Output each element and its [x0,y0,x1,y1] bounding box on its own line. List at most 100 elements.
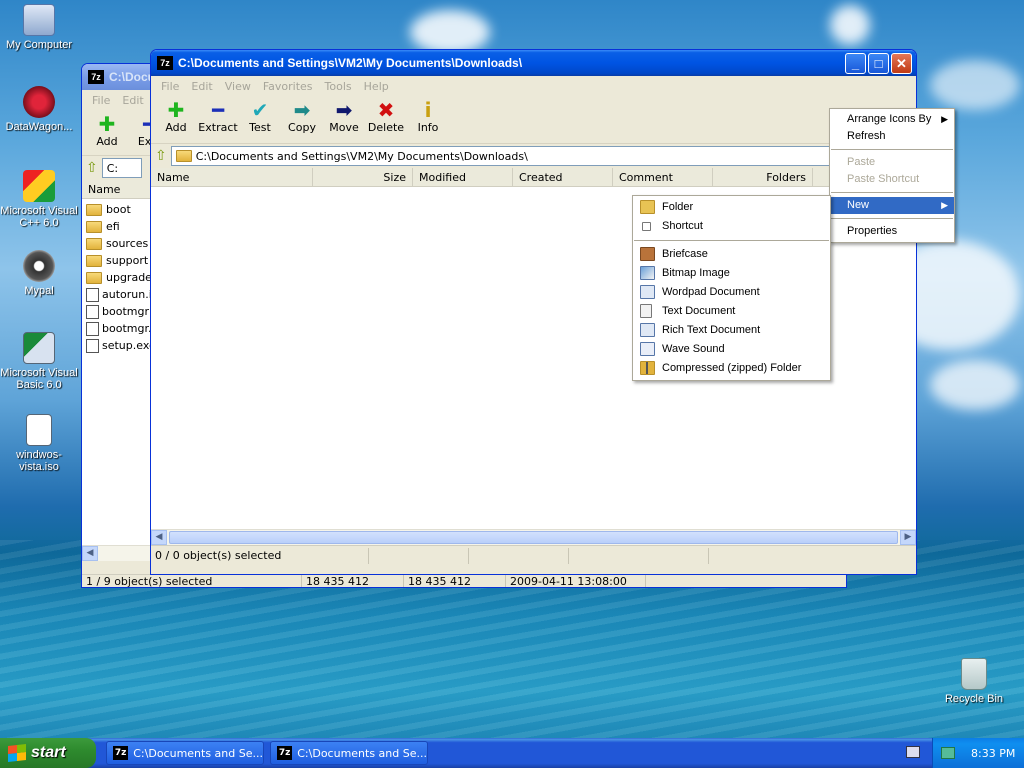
menu-separator [831,192,953,193]
7zip-app-icon: 7z [277,746,293,760]
file-icon [86,338,99,353]
menu-view[interactable]: View [219,80,257,93]
horizontal-scrollbar[interactable]: ◀ ▶ [151,529,916,545]
submenu-arrow-icon: ▶ [941,114,948,124]
back-address-field[interactable]: C: [101,158,142,178]
visual-cpp-icon [23,170,55,202]
front-window-titlebar[interactable]: 7z C:\Documents and Settings\VM2\My Docu… [151,50,916,76]
column-name[interactable]: Name [151,168,313,186]
status-cell [569,547,709,564]
up-folder-icon[interactable]: ⇧ [155,148,167,164]
desktop-icon-visual-basic[interactable]: Microsoft Visual Basic 6.0 [0,332,78,391]
copy-button[interactable]: ➡ Copy [281,96,323,134]
new-text-document-item[interactable]: Text Document [633,302,830,321]
column-comment[interactable]: Comment [613,168,713,186]
desktop-icon-visual-cpp[interactable]: Microsoft Visual C++ 6.0 [0,170,78,229]
menu-file[interactable]: File [86,94,116,107]
taskbar-button-window-2[interactable]: 7z C:\Documents and Se... [270,741,428,765]
my-computer-icon [23,4,55,36]
scroll-left-icon[interactable]: ◀ [82,546,98,561]
front-window-title: C:\Documents and Settings\VM2\My Documen… [178,56,523,70]
new-shortcut-item[interactable]: Shortcut [633,217,830,236]
back-window-title: C:\Docu [109,70,155,84]
desktop-icon-mypal[interactable]: Mypal [0,250,78,297]
scroll-thumb[interactable] [169,531,898,544]
delete-button[interactable]: ✖ Delete [365,96,407,134]
menu-separator [831,149,953,150]
close-button[interactable]: ✕ [891,53,912,74]
extract-icon: ━ [211,98,225,122]
move-icon: ➡ [335,98,353,122]
desktop-icon-iso[interactable]: windwos-vista.iso [0,414,78,473]
new-rich-text-document-item[interactable]: Rich Text Document [633,321,830,340]
up-folder-icon[interactable]: ⇧ [86,160,98,176]
7zip-app-icon: 7z [88,70,104,84]
folder-icon [86,254,102,267]
scroll-left-icon[interactable]: ◀ [151,530,167,545]
menu-separator [634,240,829,241]
new-briefcase-item[interactable]: Briefcase [633,245,830,264]
folder-icon [86,203,102,216]
wordpad-document-icon [640,285,655,299]
keyboard-icon[interactable] [906,746,920,758]
new-bitmap-image-item[interactable]: Bitmap Image [633,264,830,283]
folder-icon [640,200,655,214]
menu-favorites[interactable]: Favorites [257,80,319,93]
menu-item-refresh[interactable]: Refresh [830,128,954,145]
context-menu: Arrange Icons By ▶ Refresh Paste Paste Sh… [829,108,955,243]
file-icon [86,321,99,336]
column-folders[interactable]: Folders [713,168,813,186]
desktop-icon-recycle-bin[interactable]: Recycle Bin [935,658,1013,705]
file-icon [86,287,99,302]
network-icon[interactable] [941,747,955,759]
menu-edit[interactable]: Edit [116,94,149,107]
scroll-right-icon[interactable]: ▶ [900,530,916,545]
menu-help[interactable]: Help [358,80,395,93]
desktop-icon-datawagon[interactable]: DataWagon... [0,86,78,133]
front-window-menubar: File Edit View Favorites Tools Help [151,76,916,96]
menu-tools[interactable]: Tools [319,80,358,93]
clock[interactable]: 8:33 PM [971,747,1015,760]
new-zipped-folder-item[interactable]: Compressed (zipped) Folder [633,359,830,378]
menu-item-arrange-icons[interactable]: Arrange Icons By ▶ [830,111,954,128]
menu-item-new[interactable]: New ▶ [830,197,954,214]
menu-item-paste-shortcut[interactable]: Paste Shortcut [830,171,954,188]
column-created[interactable]: Created [513,168,613,186]
delete-icon: ✖ [377,98,395,122]
maximize-button[interactable]: □ [868,53,889,74]
system-tray: 8:33 PM [932,738,1024,768]
menu-item-paste[interactable]: Paste [830,154,954,171]
back-status-selected: 1 / 9 object(s) selected [82,575,302,587]
menu-item-properties[interactable]: Properties [830,223,954,240]
info-button[interactable]: i Info [407,96,449,134]
start-button[interactable]: start [0,738,96,768]
extract-button[interactable]: ━ Extract [197,96,239,134]
column-size[interactable]: Size [313,168,413,186]
new-wordpad-document-item[interactable]: Wordpad Document [633,283,830,302]
menu-edit[interactable]: Edit [185,80,218,93]
taskbar-button-window-1[interactable]: 7z C:\Documents and Se... [106,741,264,765]
folder-icon [175,150,192,162]
back-status-date: 2009-04-11 13:08:00 [506,575,646,587]
briefcase-icon [640,247,655,261]
front-window-toolbar: ✚ Add ━ Extract ✔ Test ➡ Copy ➡ Move ✖ Delete … [151,96,916,144]
front-statusbar: 0 / 0 object(s) selected [151,545,916,565]
desktop-icon-my-computer[interactable]: My Computer [0,4,78,51]
new-wave-sound-item[interactable]: Wave Sound [633,340,830,359]
7zip-app-icon: 7z [157,56,173,70]
address-field[interactable]: C:\Documents and Settings\VM2\My Documen… [170,146,912,166]
column-modified[interactable]: Modified [413,168,513,186]
menu-separator [831,218,953,219]
cloud [830,5,870,45]
move-button[interactable]: ➡ Move [323,96,365,134]
test-button[interactable]: ✔ Test [239,96,281,134]
back-column-name[interactable]: Name [82,180,152,198]
status-cell [469,547,569,564]
back-add-button[interactable]: ✚ Add [86,110,128,148]
minimize-button[interactable]: _ [845,53,866,74]
folder-icon [86,220,102,233]
new-folder-item[interactable]: Folder [633,198,830,217]
cloud [930,360,1020,410]
add-button[interactable]: ✚ Add [155,96,197,134]
menu-file[interactable]: File [155,80,185,93]
